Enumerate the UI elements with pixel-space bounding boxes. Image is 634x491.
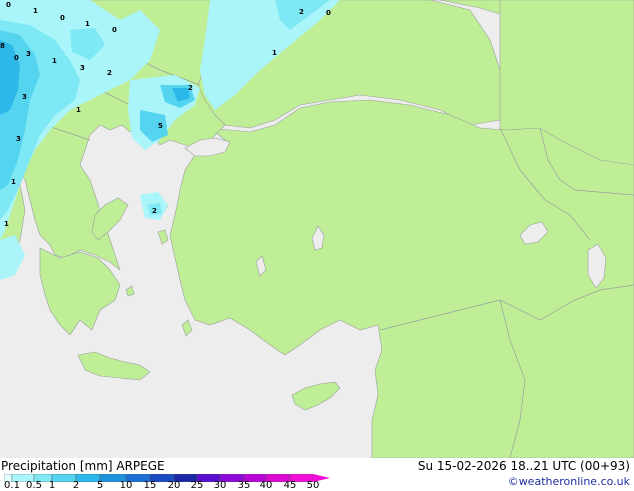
precip-label: 1: [33, 7, 38, 15]
precip-label-extra: 2: [188, 84, 193, 92]
scale-tick-label: 0.1: [4, 480, 20, 491]
precip-label: 0: [14, 54, 19, 62]
precip-label: 3: [26, 50, 31, 58]
scale-tick-label: 10: [119, 480, 133, 491]
precip-label: 3: [16, 135, 21, 143]
precip-label: 1: [272, 49, 277, 57]
scale-tick-label: 45: [283, 480, 297, 491]
valid-time: Su 15-02-2026 18..21 UTC (00+93): [417, 459, 630, 473]
precip-label: 1: [52, 57, 57, 65]
scale-tick-label: 50: [306, 480, 320, 491]
precip-label: 1: [4, 220, 9, 228]
footer: Precipitation [mm] ARPEGE Su 15-02-2026 …: [0, 458, 634, 491]
scale-tick-label: 35: [237, 480, 251, 491]
precip-label: 0: [6, 1, 11, 9]
scale-tick-label: 20: [167, 480, 181, 491]
precip-label: 2: [299, 8, 304, 16]
precip-label: 1: [11, 178, 16, 186]
scale-tick-label: 40: [259, 480, 273, 491]
map-title: Precipitation [mm] ARPEGE: [1, 459, 165, 473]
precipitation-map: 0 1 0 1 0 2 0 8 3 1 3 2 0 1 3 1 5 3 1 2 …: [0, 0, 634, 458]
credit-link[interactable]: ©weatheronline.co.uk: [508, 475, 630, 488]
precip-label: 1: [76, 106, 81, 114]
precip-label: 0: [326, 9, 331, 17]
scale-tick-label: 2: [72, 480, 80, 491]
precip-label: 3: [22, 93, 27, 101]
precip-label: 0: [60, 14, 65, 22]
precip-label: 5: [158, 122, 163, 130]
precip-label: 3: [80, 64, 85, 72]
precip-label: 2: [152, 207, 157, 215]
scale-tick-label: 1: [48, 480, 56, 491]
scale-tick-label: 0.5: [26, 480, 42, 491]
scale-tick-label: 30: [213, 480, 227, 491]
precip-label: 2: [107, 69, 112, 77]
scale-tick-label: 15: [143, 480, 157, 491]
scale-tick-label: 5: [96, 480, 104, 491]
scale-tick-label: 25: [190, 480, 204, 491]
precip-label: 8: [0, 42, 5, 50]
precip-label: 1: [85, 20, 90, 28]
precip-label: 0: [112, 26, 117, 34]
